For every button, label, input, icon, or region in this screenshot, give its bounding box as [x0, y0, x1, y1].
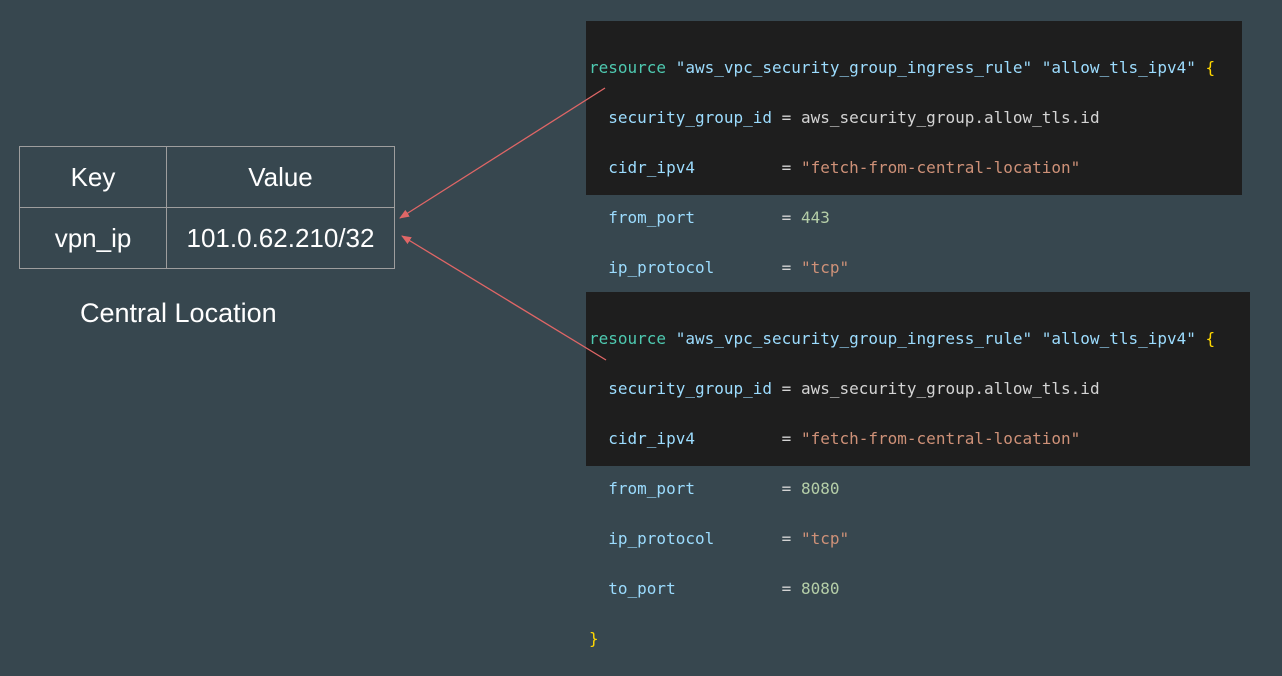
code-line: ip_protocol = "tcp" — [589, 526, 1250, 551]
attr-value: 8080 — [800, 579, 840, 598]
attr-padding — [676, 579, 782, 598]
attr-name: security_group_id — [608, 108, 773, 127]
attr-value: "fetch-from-central-location" — [800, 429, 1081, 448]
code-line-footer: } — [589, 626, 1250, 651]
attr-padding — [714, 529, 781, 548]
attr-padding — [772, 379, 782, 398]
table-cell-key: vpn_ip — [19, 207, 167, 269]
attr-padding — [772, 108, 782, 127]
open-brace: { — [1205, 58, 1216, 77]
resource-type: "aws_vpc_security_group_ingress_rule" — [675, 58, 1033, 77]
resource-name: "allow_tls_ipv4" — [1041, 329, 1196, 348]
resource-type: "aws_vpc_security_group_ingress_rule" — [675, 329, 1033, 348]
code-line: ip_protocol = "tcp" — [589, 255, 1242, 280]
attr-value: aws_security_group.allow_tls.id — [800, 108, 1100, 127]
table-header-row: Key Value — [19, 146, 395, 208]
attr-padding — [695, 208, 782, 227]
code-line: security_group_id = aws_security_group.a… — [589, 105, 1242, 130]
equals-sign: = — [781, 208, 792, 227]
equals-sign: = — [781, 258, 792, 277]
attr-name: from_port — [608, 479, 695, 498]
close-brace: } — [589, 629, 599, 648]
attr-name: cidr_ipv4 — [608, 158, 695, 177]
terraform-code-block-2: resource "aws_vpc_security_group_ingress… — [586, 292, 1250, 648]
code-line: from_port = 8080 — [589, 476, 1250, 501]
equals-sign: = — [781, 479, 792, 498]
open-brace: { — [1205, 329, 1216, 348]
attr-name: security_group_id — [608, 379, 773, 398]
table-cell-value: 101.0.62.210/32 — [166, 207, 395, 269]
code-line-header: resource "aws_vpc_security_group_ingress… — [589, 55, 1242, 80]
table-header-value: Value — [166, 146, 395, 208]
attr-padding — [695, 429, 782, 448]
attr-name: ip_protocol — [608, 258, 715, 277]
attr-padding — [714, 258, 781, 277]
attr-value: "tcp" — [800, 258, 850, 277]
attr-value: 443 — [800, 208, 830, 227]
attr-name: to_port — [608, 579, 676, 598]
attr-name: cidr_ipv4 — [608, 429, 695, 448]
resource-keyword: resource — [589, 58, 667, 77]
attr-padding — [695, 158, 782, 177]
resource-keyword: resource — [589, 329, 667, 348]
attr-name: from_port — [608, 208, 695, 227]
code-line-header: resource "aws_vpc_security_group_ingress… — [589, 326, 1250, 351]
attr-padding — [695, 479, 782, 498]
code-line: cidr_ipv4 = "fetch-from-central-location… — [589, 155, 1242, 180]
attr-value: "tcp" — [800, 529, 850, 548]
terraform-code-block-1: resource "aws_vpc_security_group_ingress… — [586, 21, 1242, 377]
attr-name: ip_protocol — [608, 529, 715, 548]
attr-value: aws_security_group.allow_tls.id — [800, 379, 1100, 398]
equals-sign: = — [781, 579, 792, 598]
code-line: security_group_id = aws_security_group.a… — [589, 376, 1250, 401]
code-line: cidr_ipv4 = "fetch-from-central-location… — [589, 426, 1250, 451]
equals-sign: = — [781, 108, 792, 127]
equals-sign: = — [781, 429, 792, 448]
central-location-caption: Central Location — [80, 298, 277, 328]
table-header-key: Key — [19, 146, 167, 208]
equals-sign: = — [781, 379, 792, 398]
arrow-top-to-table — [399, 87, 606, 219]
attr-value: 8080 — [800, 479, 840, 498]
equals-sign: = — [781, 529, 792, 548]
central-location-table: Key Value vpn_ip 101.0.62.210/32 — [19, 146, 395, 269]
code-line: from_port = 443 — [589, 205, 1242, 230]
table-row: vpn_ip 101.0.62.210/32 — [19, 207, 395, 269]
arrow-bottom-to-table — [401, 235, 607, 361]
attr-value: "fetch-from-central-location" — [800, 158, 1081, 177]
equals-sign: = — [781, 158, 792, 177]
resource-name: "allow_tls_ipv4" — [1041, 58, 1196, 77]
code-line: to_port = 8080 — [589, 576, 1250, 601]
